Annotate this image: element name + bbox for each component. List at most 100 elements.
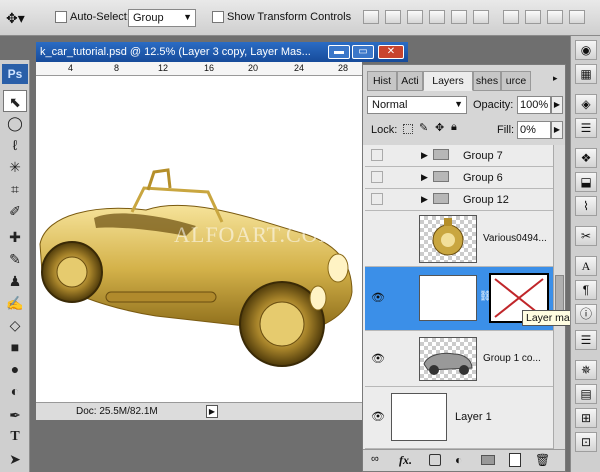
fx-icon[interactable]: fx. <box>399 453 412 468</box>
lasso-tool-icon[interactable]: ℓ <box>3 134 27 156</box>
histogram-panel-icon[interactable]: ▤ <box>575 384 597 404</box>
crop-tool-icon[interactable]: ⌗ <box>3 178 27 200</box>
expand-arrow-icon[interactable]: ▶ <box>421 194 428 205</box>
measurement-panel-icon[interactable]: ⊡ <box>575 432 597 452</box>
clone-source-panel-icon[interactable]: ⊞ <box>575 408 597 428</box>
move-tool-icon[interactable]: ⬉ <box>3 90 27 112</box>
layer-row-group-12[interactable]: ▶ Group 12 <box>365 189 563 211</box>
align-top-icon[interactable] <box>363 10 379 24</box>
visibility-toggle[interactable] <box>371 171 383 183</box>
lock-pixels-icon[interactable]: ✎ <box>419 121 428 134</box>
watermark-text: ALFOART.COM <box>174 222 339 247</box>
clone-stamp-tool-icon[interactable]: ♟ <box>3 270 27 292</box>
brush-tool-icon[interactable]: ✎ <box>3 248 27 270</box>
minimize-icon[interactable]: ▬ <box>328 45 350 59</box>
document-canvas[interactable]: ALFOART.COM <box>36 76 362 402</box>
layers-panel-icon[interactable]: ❖ <box>575 148 597 168</box>
eraser-tool-icon[interactable]: ◇ <box>3 314 27 336</box>
trash-icon[interactable]: 🗑︎ <box>535 453 550 467</box>
ruler-tick: 12 <box>158 63 169 73</box>
auto-select-checkbox[interactable] <box>55 11 67 23</box>
history-brush-tool-icon[interactable]: ✍ <box>3 292 27 314</box>
tab-source[interactable]: urce <box>501 71 531 91</box>
align-vcenter-icon[interactable] <box>385 10 401 24</box>
align-hcenter-icon[interactable] <box>451 10 467 24</box>
scrollbar-thumb[interactable] <box>555 275 564 315</box>
path-select-tool-icon[interactable]: ➤ <box>3 448 27 470</box>
healing-tool-icon[interactable]: ✚ <box>3 226 27 248</box>
tab-brushes[interactable]: shes <box>473 71 501 91</box>
status-menu-arrow-icon[interactable]: ▶ <box>206 405 218 418</box>
distribute-top-icon[interactable] <box>503 10 519 24</box>
paragraph-panel-icon[interactable]: ¶ <box>575 280 597 300</box>
lock-label: Lock: <box>371 124 398 136</box>
eye-icon[interactable]: 👁︎ <box>371 411 385 423</box>
new-group-icon[interactable] <box>481 455 495 465</box>
golden-car-image: ALFOART.COM <box>39 168 353 367</box>
tab-layers[interactable]: Layers <box>423 71 473 91</box>
expand-arrow-icon[interactable]: ▶ <box>421 150 428 161</box>
visibility-toggle[interactable] <box>371 149 383 161</box>
lock-all-icon[interactable]: 🔒︎ <box>451 121 457 134</box>
gradient-tool-icon[interactable]: ■ <box>3 336 27 358</box>
visibility-toggle[interactable] <box>371 193 383 205</box>
ruler-tick: 16 <box>204 63 215 73</box>
marquee-tool-icon[interactable]: ◯ <box>3 112 27 134</box>
layer-row-group-6[interactable]: ▶ Group 6 <box>365 167 563 189</box>
layers-scrollbar[interactable] <box>553 145 565 449</box>
fill-arrow-icon[interactable]: ▶ <box>551 121 563 139</box>
align-right-icon[interactable] <box>473 10 489 24</box>
align-bottom-icon[interactable] <box>407 10 423 24</box>
distribute-left-icon[interactable] <box>569 10 585 24</box>
show-transform-checkbox[interactable] <box>212 11 224 23</box>
blur-tool-icon[interactable]: ● <box>3 358 27 380</box>
eyedropper-tool-icon[interactable]: ✐ <box>3 200 27 222</box>
notes-panel-icon[interactable]: ☰ <box>575 330 597 350</box>
panel-menu-icon[interactable]: ▸ <box>553 73 558 84</box>
dodge-tool-icon[interactable]: ◐ <box>3 380 27 402</box>
lock-position-icon[interactable]: ✥ <box>435 121 444 134</box>
tab-history[interactable]: Hist <box>367 71 397 91</box>
type-tool-icon[interactable]: T <box>3 426 27 448</box>
paths-panel-icon[interactable]: ⌇ <box>575 196 597 216</box>
distribute-vcenter-icon[interactable] <box>525 10 541 24</box>
blend-mode-dropdown[interactable]: Normal ▼ <box>367 96 467 114</box>
adjustments-panel-icon[interactable]: ☰ <box>575 118 597 138</box>
opacity-input[interactable]: 100% <box>517 96 551 114</box>
tab-actions[interactable]: Acti <box>397 71 423 91</box>
new-layer-icon[interactable] <box>509 453 521 467</box>
link-layers-icon[interactable]: ∞ <box>371 453 379 465</box>
eye-icon[interactable]: 👁︎ <box>371 292 385 304</box>
adjustment-layer-icon[interactable]: ◐ <box>455 453 462 467</box>
styles-panel-icon[interactable]: ◈ <box>575 94 597 114</box>
character-panel-icon[interactable]: A <box>575 256 597 276</box>
add-mask-icon[interactable] <box>429 454 441 466</box>
distribute-bottom-icon[interactable] <box>547 10 563 24</box>
navigator-panel-icon[interactable]: ✵ <box>575 360 597 380</box>
layers-panel: Hist Acti Layers shes urce ▸ Normal ▼ Op… <box>362 64 566 472</box>
layer-row-group-7[interactable]: ▶ Group 7 <box>365 145 563 167</box>
info-panel-icon[interactable]: ⓘ <box>575 304 597 324</box>
layer-row-layer-1[interactable]: 👁︎ Layer 1 <box>365 387 563 449</box>
layer-row-various[interactable]: Various0494... <box>365 211 563 267</box>
expand-arrow-icon[interactable]: ▶ <box>421 172 428 183</box>
align-left-icon[interactable] <box>429 10 445 24</box>
layers-list: ▶ Group 7 ▶ Group 6 ▶ Group 12 Various04… <box>363 145 565 449</box>
layer-row-group-1-copy[interactable]: 👁︎ Group 1 co... <box>365 331 563 387</box>
ruler-tick: 28 <box>338 63 349 73</box>
pen-tool-icon[interactable]: ✒ <box>3 404 27 426</box>
move-tool-preset-icon[interactable]: ✥▾ <box>6 8 36 28</box>
lock-transparent-icon[interactable] <box>403 124 413 134</box>
swatches-panel-icon[interactable]: ▦ <box>575 64 597 84</box>
color-panel-icon[interactable]: ◉ <box>575 40 597 60</box>
close-icon[interactable]: ✕ <box>378 45 404 59</box>
horizontal-ruler: 4 8 12 16 20 24 28 <box>36 62 362 76</box>
maximize-icon[interactable]: ▭ <box>352 45 374 59</box>
channels-panel-icon[interactable]: ⬓ <box>575 172 597 192</box>
magic-wand-tool-icon[interactable]: ✳ <box>3 156 27 178</box>
fill-input[interactable]: 0% <box>517 121 551 139</box>
opacity-arrow-icon[interactable]: ▶ <box>551 96 563 114</box>
eye-icon[interactable]: 👁︎ <box>371 353 385 365</box>
tools-presets-icon[interactable]: ✂ <box>575 226 597 246</box>
auto-select-dropdown[interactable]: Group ▼ <box>128 9 196 27</box>
